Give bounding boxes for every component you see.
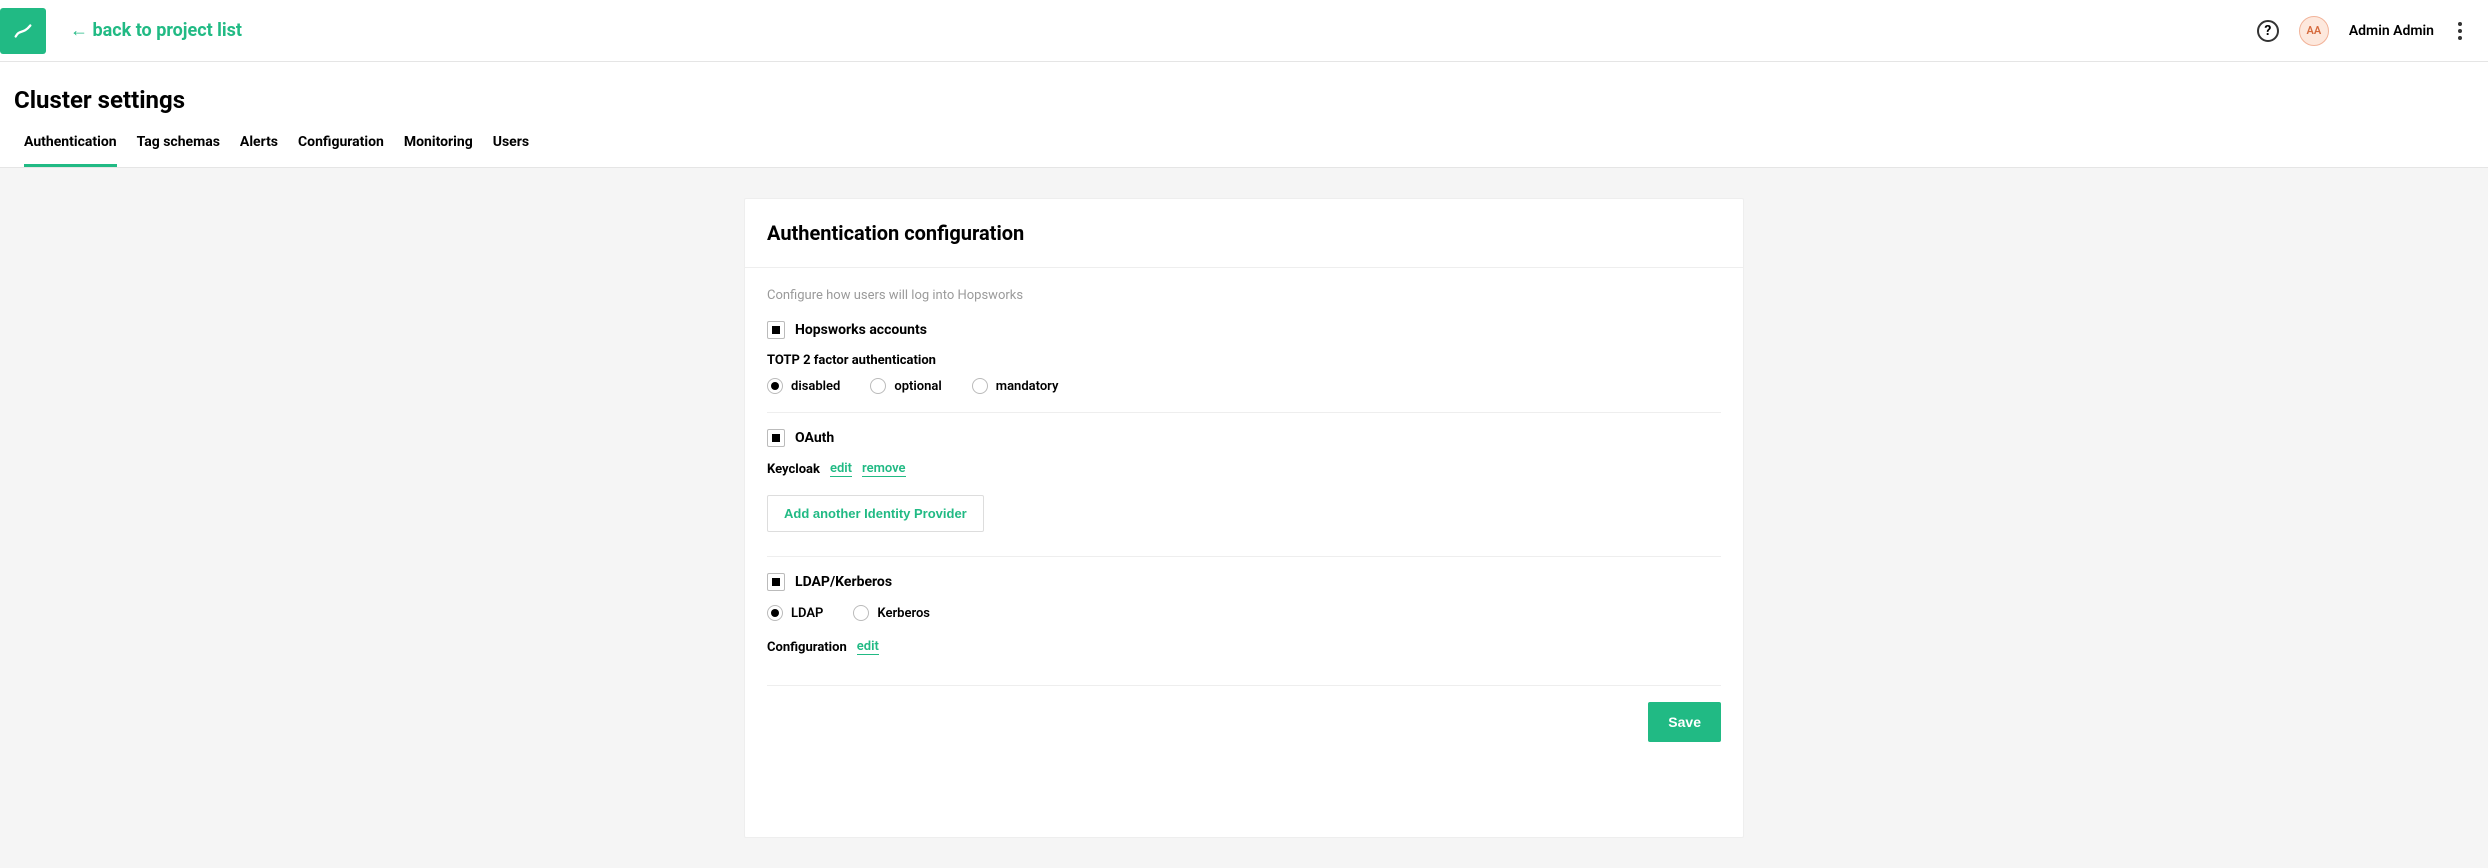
totp-option-mandatory[interactable]: mandatory — [972, 378, 1059, 394]
ldap-config-label: Configuration — [767, 640, 847, 655]
radio-ldap[interactable] — [767, 605, 783, 621]
ldap-config-row: Configuration edit — [767, 639, 1721, 655]
hopsworks-accounts-checkbox[interactable] — [767, 321, 785, 339]
ldap-kerberos-checkbox[interactable] — [767, 573, 785, 591]
oauth-row: OAuth — [767, 429, 1721, 447]
ldap-radio-row: LDAP Kerberos — [767, 605, 1721, 621]
card-title: Authentication configuration — [745, 199, 1743, 268]
auth-config-card: Authentication configuration Configure h… — [744, 198, 1744, 838]
radio-optional[interactable] — [870, 378, 886, 394]
ldap-config-edit-link[interactable]: edit — [857, 639, 879, 655]
more-menu-icon[interactable] — [2454, 18, 2466, 44]
keycloak-edit-link[interactable]: edit — [830, 461, 852, 477]
tab-users[interactable]: Users — [493, 134, 529, 167]
save-button[interactable]: Save — [1648, 702, 1721, 742]
radio-optional-label: optional — [894, 379, 941, 394]
radio-ldap-label: LDAP — [791, 606, 823, 621]
top-left-group: ← back to project list — [0, 8, 242, 54]
totp-option-optional[interactable]: optional — [870, 378, 941, 394]
keycloak-provider-row: Keycloak edit remove — [767, 461, 1721, 477]
tabs-nav: Authentication Tag schemas Alerts Config… — [0, 114, 2488, 168]
radio-disabled-label: disabled — [791, 379, 840, 394]
page-title: Cluster settings — [0, 62, 2488, 114]
avatar[interactable]: AA — [2299, 16, 2329, 46]
oauth-checkbox[interactable] — [767, 429, 785, 447]
keycloak-remove-link[interactable]: remove — [862, 461, 906, 477]
hopsworks-accounts-row: Hopsworks accounts — [767, 321, 1721, 339]
tab-tag-schemas[interactable]: Tag schemas — [137, 134, 220, 167]
card-hint: Configure how users will log into Hopswo… — [767, 288, 1721, 303]
content-area: Authentication configuration Configure h… — [0, 168, 2488, 868]
radio-mandatory[interactable] — [972, 378, 988, 394]
logo-icon[interactable] — [0, 8, 46, 54]
radio-disabled[interactable] — [767, 378, 783, 394]
top-bar: ← back to project list ? AA Admin Admin — [0, 0, 2488, 62]
hopsworks-accounts-label: Hopsworks accounts — [795, 322, 927, 338]
divider-2 — [767, 556, 1721, 557]
help-icon[interactable]: ? — [2257, 20, 2279, 42]
back-to-projects-link[interactable]: ← back to project list — [70, 20, 242, 41]
card-body: Configure how users will log into Hopswo… — [745, 268, 1743, 766]
ldap-option[interactable]: LDAP — [767, 605, 823, 621]
divider-3 — [767, 685, 1721, 686]
tab-alerts[interactable]: Alerts — [240, 134, 278, 167]
totp-radio-row: disabled optional mandatory — [767, 378, 1721, 394]
ldap-kerberos-label: LDAP/Kerberos — [795, 574, 892, 590]
radio-kerberos-label: Kerberos — [877, 606, 930, 621]
card-footer-actions: Save — [767, 702, 1721, 742]
tab-authentication[interactable]: Authentication — [24, 134, 117, 167]
add-identity-provider-button[interactable]: Add another Identity Provider — [767, 495, 984, 532]
ldap-kerberos-row: LDAP/Kerberos — [767, 573, 1721, 591]
kerberos-option[interactable]: Kerberos — [853, 605, 930, 621]
totp-option-disabled[interactable]: disabled — [767, 378, 840, 394]
top-right-group: ? AA Admin Admin — [2257, 16, 2466, 46]
divider-1 — [767, 412, 1721, 413]
user-name-label: Admin Admin — [2349, 23, 2434, 39]
radio-kerberos[interactable] — [853, 605, 869, 621]
totp-label: TOTP 2 factor authentication — [767, 353, 1721, 368]
keycloak-label: Keycloak — [767, 462, 820, 477]
tab-monitoring[interactable]: Monitoring — [404, 134, 473, 167]
oauth-label: OAuth — [795, 430, 834, 446]
radio-mandatory-label: mandatory — [996, 379, 1059, 394]
tab-configuration[interactable]: Configuration — [298, 134, 384, 167]
